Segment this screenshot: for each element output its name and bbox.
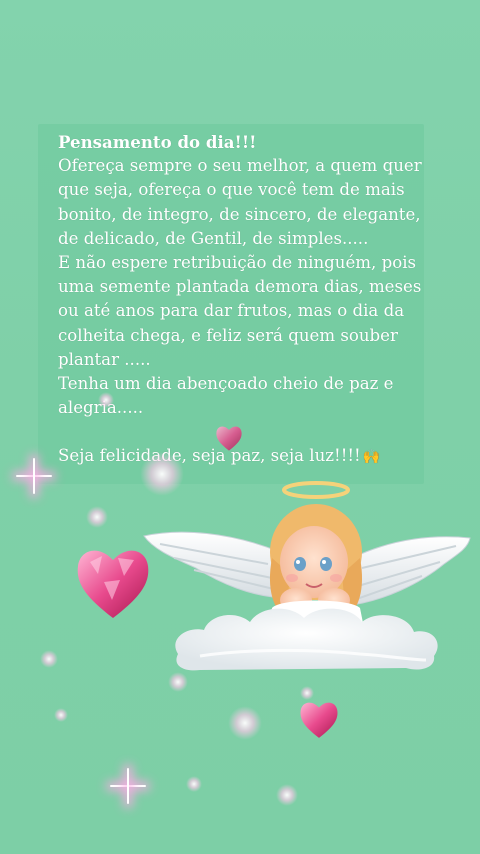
sparkle-icon <box>276 784 298 806</box>
post-line: uma semente plantada demora dias, meses <box>58 277 422 297</box>
sparkle-icon <box>40 650 58 668</box>
post-line: E não espere retribuição de ninguém, poi… <box>58 253 417 273</box>
sparkle-icon <box>228 706 262 740</box>
quote-text: Pensamento do dia!!! Ofereça sempre o se… <box>58 130 422 470</box>
post-line: colheita chega, e feliz será quem souber <box>58 325 398 345</box>
post-line: de delicado, de Gentil, de simples..... <box>58 228 369 248</box>
sparkle-icon <box>186 776 202 792</box>
raised-hands-icon: 🙌 <box>362 449 381 466</box>
closing-text: Seja felicidade, seja paz, seja luz!!!! <box>58 446 361 466</box>
sparkle-icon <box>108 766 148 806</box>
post-line: Ofereça sempre o seu melhor, a quem quer <box>58 156 422 176</box>
sparkle-icon <box>98 392 114 408</box>
post-line: Tenha um dia abençoado cheio de paz e <box>58 374 394 394</box>
post-line: bonito, de integro, de sincero, de elega… <box>58 204 421 224</box>
post-line: ou até anos para dar frutos, mas o dia d… <box>58 301 405 321</box>
heart-icon <box>216 426 242 451</box>
sparkle-icon <box>54 708 68 722</box>
sparkle-icon <box>168 672 188 692</box>
sparkle-icon <box>14 456 54 496</box>
post-title: Pensamento do dia!!! <box>58 132 257 152</box>
post-line: plantar ..... <box>58 349 151 369</box>
angel-on-cloud <box>143 481 471 671</box>
heart-icon <box>300 702 338 738</box>
post-line: que seja, ofereça o que você tem de mais <box>58 180 405 200</box>
sparkle-icon <box>86 506 108 528</box>
